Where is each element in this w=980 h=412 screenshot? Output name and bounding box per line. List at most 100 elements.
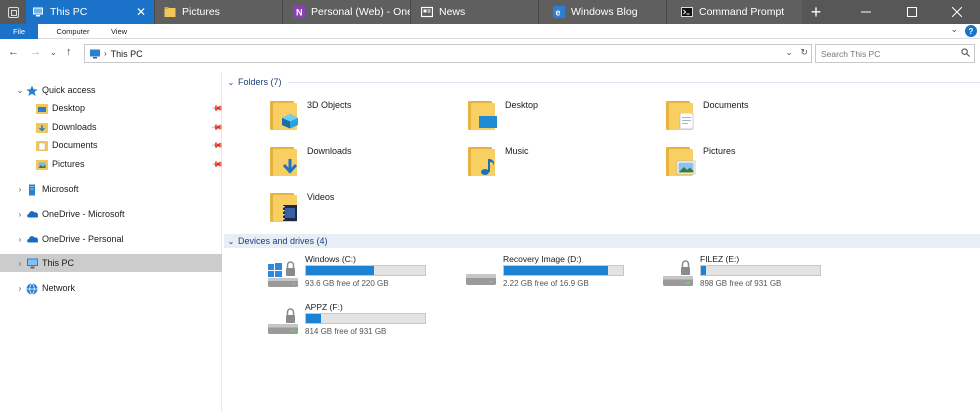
- folder-name: Pictures: [703, 146, 736, 156]
- pin-icon[interactable]: 📌: [210, 120, 223, 133]
- sidebar-item-label: Quick access: [42, 85, 96, 95]
- videos-folder-icon: [270, 190, 300, 222]
- cloud-icon: [26, 234, 39, 245]
- recent-locations-chevron-icon[interactable]: ⌄: [50, 48, 57, 57]
- onenote-icon: N: [293, 6, 305, 18]
- folder-documents[interactable]: Documents: [666, 98, 846, 140]
- new-tab-button[interactable]: +: [804, 0, 828, 24]
- tab-command-prompt[interactable]: Command Prompt: [666, 0, 802, 24]
- drive-usage-bar: [305, 313, 426, 324]
- task-view-icon[interactable]: [0, 0, 26, 24]
- drive-usage-bar: [503, 265, 624, 276]
- drive-free-space: 2.22 GB free of 16.9 GB: [503, 279, 589, 288]
- folder-downloads[interactable]: Downloads: [270, 144, 450, 186]
- ribbon-tab-computer[interactable]: Computer: [50, 24, 96, 39]
- tab-pictures[interactable]: Pictures: [154, 0, 282, 24]
- sidebar-item-microsoft[interactable]: › Microsoft: [14, 180, 79, 198]
- sidebar-item-this-pc[interactable]: › This PC: [0, 254, 222, 272]
- sidebar-item-network[interactable]: › Network: [14, 279, 75, 297]
- drive-name: FILEZ (E:): [700, 254, 740, 264]
- tab-label: Windows Blog: [571, 6, 638, 18]
- devices-group-header[interactable]: ⌄ Devices and drives (4): [224, 234, 980, 248]
- drive-usage-bar: [700, 265, 821, 276]
- drive-windows-c[interactable]: Windows (C:) 93.6 GB free of 220 GB: [266, 254, 466, 298]
- tab-onenote[interactable]: N Personal (Web) - One: [282, 0, 410, 24]
- drive-appz-f[interactable]: APPZ (F:) 814 GB free of 931 GB: [266, 302, 466, 346]
- drive-filez-e[interactable]: FILEZ (E:) 898 GB free of 931 GB: [661, 254, 861, 298]
- collapsed-chevron-icon[interactable]: ›: [14, 259, 26, 268]
- folder-videos[interactable]: Videos: [270, 190, 450, 232]
- pin-icon[interactable]: 📌: [210, 101, 223, 114]
- maximize-button[interactable]: [889, 0, 935, 24]
- search-input[interactable]: Search This PC: [815, 44, 975, 63]
- folder-music[interactable]: Music: [468, 144, 648, 186]
- folder-name: Desktop: [505, 100, 539, 110]
- collapsed-chevron-icon[interactable]: ›: [14, 235, 26, 244]
- tab-label: Personal (Web) - One: [311, 6, 410, 18]
- tab-label: Pictures: [182, 6, 220, 18]
- sidebar-item-onedrive-personal[interactable]: › OneDrive - Personal: [14, 230, 124, 248]
- refresh-icon[interactable]: ↻: [800, 47, 808, 57]
- close-tab-icon[interactable]: ✕: [136, 5, 146, 19]
- pin-icon[interactable]: 📌: [210, 138, 223, 151]
- collapsed-chevron-icon[interactable]: ›: [14, 284, 26, 293]
- expanded-chevron-icon[interactable]: ⌄: [14, 86, 26, 95]
- drive-usage-bar: [305, 265, 426, 276]
- sidebar-item-quick-access[interactable]: ⌄ Quick access: [14, 81, 96, 99]
- breadcrumb-this-pc[interactable]: This PC: [111, 49, 143, 59]
- edge-icon: e: [553, 6, 565, 18]
- back-arrow-icon[interactable]: ←: [8, 46, 19, 58]
- collapsed-chevron-icon[interactable]: ›: [14, 185, 26, 194]
- drive-recovery-d[interactable]: Recovery Image (D:) 2.22 GB free of 16.9…: [464, 254, 664, 298]
- drive-free-space: 898 GB free of 931 GB: [700, 279, 782, 288]
- address-bar[interactable]: › This PC ⌄ ↻: [84, 44, 812, 63]
- folders-group-header[interactable]: ⌄ Folders (7): [224, 75, 980, 89]
- tab-this-pc[interactable]: This PC ✕: [26, 0, 154, 24]
- group-title: Folders (7): [238, 77, 282, 87]
- folder-desktop[interactable]: Desktop: [468, 98, 648, 140]
- sidebar-item-onedrive-microsoft[interactable]: › OneDrive - Microsoft: [14, 205, 125, 223]
- sidebar-item-label: Pictures: [52, 159, 85, 169]
- sidebar-item-pictures[interactable]: Pictures 📌: [36, 155, 224, 173]
- content-pane: ⌄ Folders (7) 3D Objects Desktop Documen…: [224, 72, 980, 412]
- locked-drive-icon: [268, 308, 298, 334]
- tab-windows-blog[interactable]: e Windows Blog: [538, 0, 666, 24]
- forward-arrow-icon[interactable]: →: [30, 46, 41, 58]
- collapsed-chevron-icon[interactable]: ›: [14, 210, 26, 219]
- ribbon-tab-view[interactable]: View: [104, 24, 134, 39]
- minimize-button[interactable]: [843, 0, 889, 24]
- tab-news[interactable]: News: [410, 0, 538, 24]
- up-arrow-icon[interactable]: ↑: [66, 46, 72, 58]
- ribbon-tab-file[interactable]: File: [0, 24, 38, 39]
- sidebar-item-downloads[interactable]: Downloads 📌: [36, 118, 224, 136]
- sidebar-item-desktop[interactable]: Desktop 📌: [36, 99, 224, 117]
- folder-name: 3D Objects: [307, 100, 352, 110]
- expand-ribbon-icon[interactable]: ⌄: [950, 24, 958, 35]
- collapse-group-chevron-icon[interactable]: ⌄: [224, 237, 238, 246]
- locked-drive-icon: [663, 260, 693, 286]
- pin-icon[interactable]: 📌: [210, 157, 223, 170]
- address-dropdown-icon[interactable]: ⌄: [785, 47, 793, 57]
- downloads-icon: [36, 122, 49, 133]
- help-icon[interactable]: ?: [965, 25, 977, 37]
- 3d-objects-folder-icon: [270, 98, 300, 130]
- folder-pictures[interactable]: Pictures: [666, 144, 846, 186]
- folder-name: Videos: [307, 192, 335, 202]
- folder-3d-objects[interactable]: 3D Objects: [270, 98, 450, 140]
- drive-usage-fill: [306, 314, 322, 323]
- breadcrumb-separator-icon[interactable]: ›: [104, 49, 107, 58]
- tab-label: News: [439, 6, 466, 18]
- this-pc-icon: [89, 49, 101, 59]
- documents-icon: [36, 140, 49, 151]
- collapse-group-chevron-icon[interactable]: ⌄: [224, 78, 238, 87]
- tab-bar: This PC ✕ Pictures N Personal (Web) - On…: [0, 0, 980, 24]
- search-placeholder: Search This PC: [821, 48, 881, 59]
- close-window-button[interactable]: [934, 0, 980, 24]
- sidebar-item-documents[interactable]: Documents 📌: [36, 136, 224, 154]
- star-icon: [26, 85, 39, 96]
- drive-usage-fill: [306, 266, 374, 275]
- pictures-icon: [36, 159, 49, 170]
- sidebar-item-label: Microsoft: [42, 184, 79, 194]
- folder-icon: [164, 6, 176, 18]
- svg-text:e: e: [556, 8, 561, 18]
